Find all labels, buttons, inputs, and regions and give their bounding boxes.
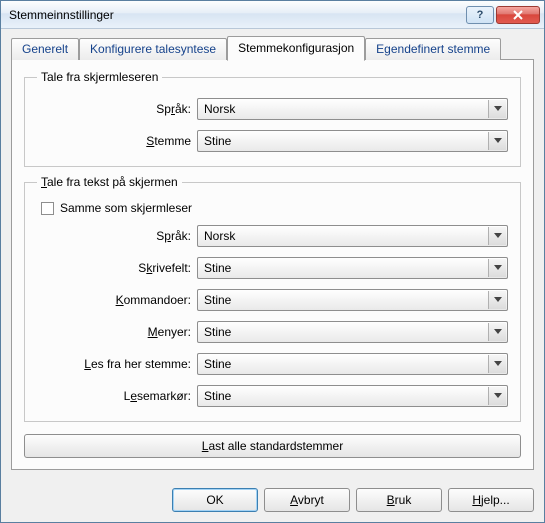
group-screenreader-legend: Tale fra skjermleseren [37,70,162,84]
checkbox-same-as-reader[interactable] [41,202,54,215]
combo-les-fra-her[interactable]: Stine [197,353,508,375]
group-screen-text-legend: Tale fra tekst på skjermen [37,175,182,189]
label-stemme-1: Stemme [37,134,197,148]
combo-kommandoer-value: Stine [204,293,231,307]
row-stemme-1: Stemme Stine [37,130,508,152]
chevron-down-icon [488,387,506,405]
combo-sprak-1-value: Norsk [204,102,235,116]
ok-button[interactable]: OK [172,488,258,512]
tab-page: Tale fra skjermleseren Språk: Norsk Stem… [11,59,534,470]
chevron-down-icon [488,323,506,341]
combo-kommandoer[interactable]: Stine [197,289,508,311]
group-screenreader-speech: Tale fra skjermleseren Språk: Norsk Stem… [24,70,521,167]
combo-sprak-1[interactable]: Norsk [197,98,508,120]
help-dialog-button[interactable]: Hjelp... [448,488,534,512]
combo-sprak-2-value: Norsk [204,229,235,243]
chevron-down-icon [488,259,506,277]
dialog-window: Stemmeinnstillinger ? Generelt Konfigure… [0,0,545,523]
dialog-footer: OK Avbryt Bruk Hjelp... [1,480,544,522]
row-sprak-1: Språk: Norsk [37,98,508,120]
label-menyer: Menyer: [37,325,197,339]
tab-strip: Generelt Konfigurere talesyntese Stemmek… [11,36,534,60]
row-lesemarkor: Lesemarkør: Stine [37,385,508,407]
tab-generelt[interactable]: Generelt [11,38,79,60]
close-button[interactable] [496,6,540,24]
row-skrivefelt: Skrivefelt: Stine [37,257,508,279]
row-menyer: Menyer: Stine [37,321,508,343]
chevron-down-icon [488,132,506,150]
dialog-body: Generelt Konfigurere talesyntese Stemmek… [1,29,544,480]
cancel-button[interactable]: Avbryt [264,488,350,512]
combo-menyer-value: Stine [204,325,231,339]
label-sprak-2: Språk: [37,229,197,243]
group-screen-text-speech: Tale fra tekst på skjermen Samme som skj… [24,175,521,422]
combo-menyer[interactable]: Stine [197,321,508,343]
help-button[interactable]: ? [466,6,494,24]
chevron-down-icon [488,355,506,373]
combo-les-fra-her-value: Stine [204,357,231,371]
label-sprak-1: Språk: [37,102,197,116]
load-all-default-voices-button[interactable]: Last alle standardstemmer [24,434,521,458]
apply-button[interactable]: Bruk [356,488,442,512]
label-lesemarkor: Lesemarkør: [37,389,197,403]
combo-skrivefelt[interactable]: Stine [197,257,508,279]
chevron-down-icon [488,100,506,118]
row-same-as-reader: Samme som skjermleser [41,201,508,215]
label-same-as-reader: Samme som skjermleser [60,201,192,215]
chevron-down-icon [488,291,506,309]
row-kommandoer: Kommandoer: Stine [37,289,508,311]
tab-egendefinert-stemme[interactable]: Egendefinert stemme [365,38,501,60]
combo-skrivefelt-value: Stine [204,261,231,275]
combo-stemme-1-value: Stine [204,134,231,148]
combo-sprak-2[interactable]: Norsk [197,225,508,247]
row-sprak-2: Språk: Norsk [37,225,508,247]
tab-stemmekonfigurasjon[interactable]: Stemmekonfigurasjon [227,36,365,61]
tab-konfigurere-talesyntese[interactable]: Konfigurere talesyntese [79,38,227,60]
title-bar: Stemmeinnstillinger ? [1,1,544,29]
label-skrivefelt: Skrivefelt: [37,261,197,275]
close-icon [513,10,523,20]
label-les-fra-her: Les fra her stemme: [37,357,197,371]
chevron-down-icon [488,227,506,245]
combo-lesemarkor[interactable]: Stine [197,385,508,407]
window-title: Stemmeinnstillinger [9,8,464,22]
row-les-fra-her: Les fra her stemme: Stine [37,353,508,375]
combo-lesemarkor-value: Stine [204,389,231,403]
combo-stemme-1[interactable]: Stine [197,130,508,152]
label-kommandoer: Kommandoer: [37,293,197,307]
